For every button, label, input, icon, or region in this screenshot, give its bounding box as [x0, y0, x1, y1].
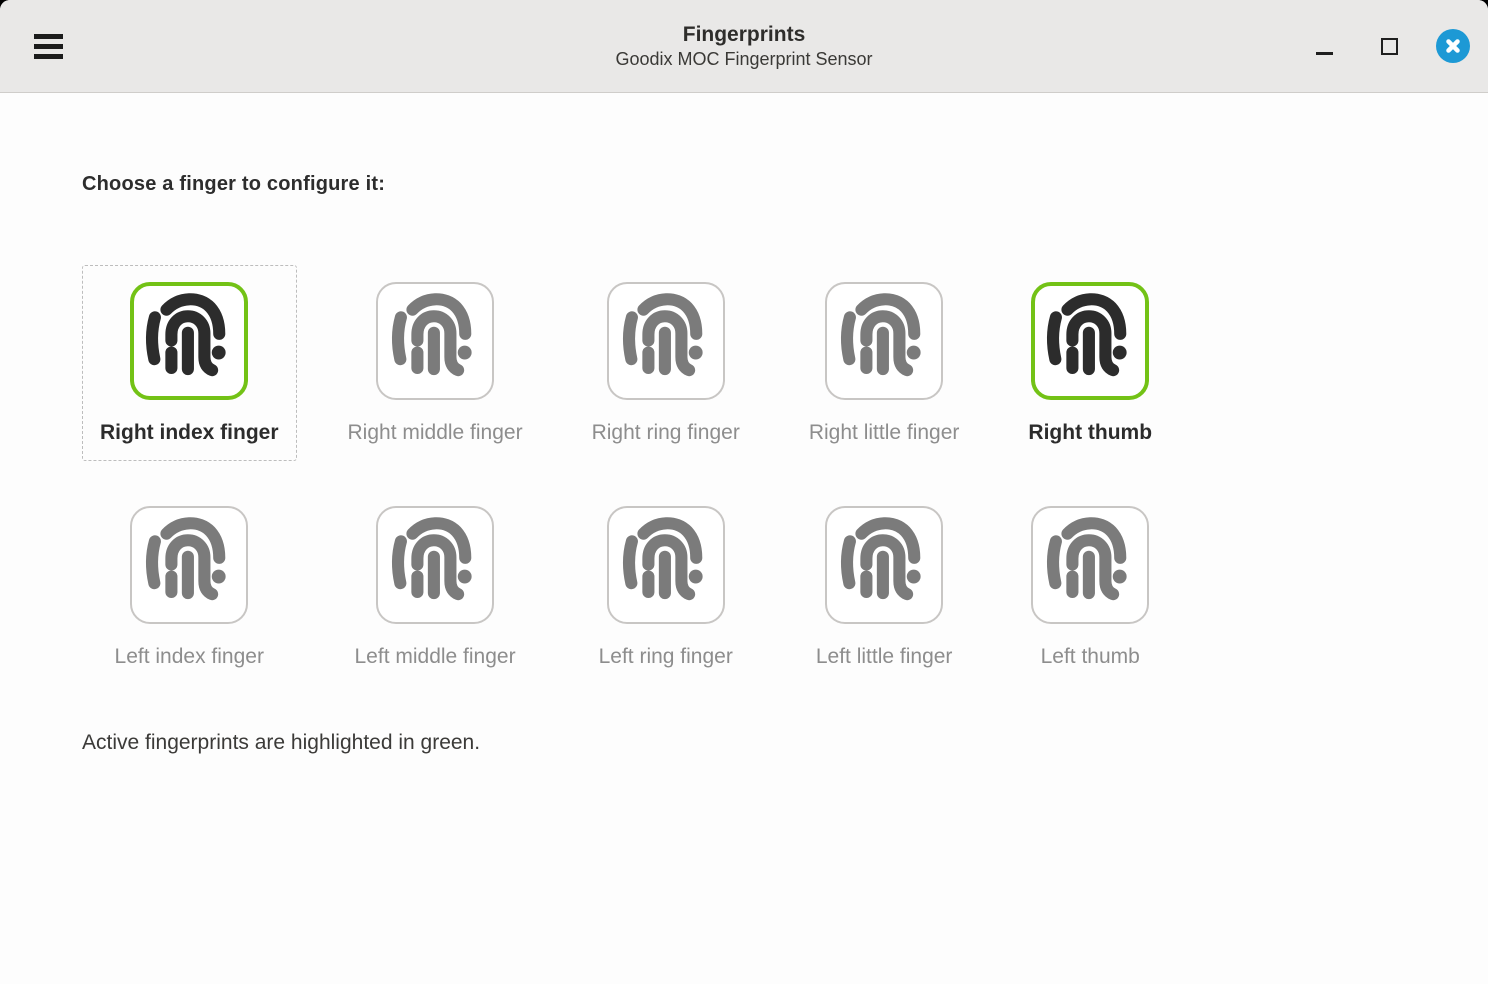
finger-label: Left middle finger	[355, 643, 516, 670]
finger-button-right-little-finger[interactable]: Right little finger	[791, 265, 978, 461]
fingerprint-icon	[134, 510, 244, 620]
minimize-icon	[1316, 52, 1333, 55]
finger-button-left-little-finger[interactable]: Left little finger	[798, 489, 971, 685]
menu-button[interactable]	[24, 22, 72, 70]
fingerprint-icon-frame	[130, 282, 248, 400]
fingerprint-icon-frame	[607, 506, 725, 624]
finger-button-left-middle-finger[interactable]: Left middle finger	[337, 489, 534, 685]
active-fingerprints-note: Active fingerprints are highlighted in g…	[82, 729, 1448, 757]
finger-label: Right ring finger	[592, 419, 740, 446]
fingerprint-icon	[134, 286, 244, 396]
fingerprint-icon	[611, 510, 721, 620]
window-subtitle: Goodix MOC Fingerprint Sensor	[615, 48, 872, 71]
fingerprint-icon-frame	[376, 506, 494, 624]
finger-label: Left index finger	[115, 643, 264, 670]
fingerprint-icon	[1035, 510, 1145, 620]
fingerprint-icon	[829, 510, 939, 620]
window-controls	[1306, 28, 1470, 64]
finger-label: Right little finger	[809, 419, 960, 446]
fingerprint-icon	[611, 286, 721, 396]
fingerprint-icon-frame	[376, 282, 494, 400]
finger-label: Left ring finger	[599, 643, 733, 670]
finger-label: Right thumb	[1028, 419, 1152, 446]
finger-button-right-middle-finger[interactable]: Right middle finger	[330, 265, 541, 461]
finger-button-left-index-finger[interactable]: Left index finger	[97, 489, 282, 685]
finger-button-left-thumb[interactable]: Left thumb	[1013, 489, 1167, 685]
titlebar: Fingerprints Goodix MOC Fingerprint Sens…	[0, 0, 1488, 93]
finger-button-left-ring-finger[interactable]: Left ring finger	[581, 489, 751, 685]
finger-grid: Right index finger Right middle finger	[82, 265, 1448, 685]
finger-button-right-index-finger[interactable]: Right index finger	[82, 265, 297, 461]
page-heading: Choose a finger to configure it:	[82, 171, 1448, 197]
fingerprint-icon-frame	[1031, 282, 1149, 400]
hamburger-icon	[34, 34, 63, 59]
fingerprint-icon	[829, 286, 939, 396]
main-content: Choose a finger to configure it: Right i…	[0, 93, 1488, 984]
finger-label: Right middle finger	[348, 419, 523, 446]
maximize-button[interactable]	[1371, 28, 1407, 64]
finger-button-right-thumb[interactable]: Right thumb	[1010, 265, 1170, 461]
fingerprint-icon	[380, 510, 490, 620]
maximize-icon	[1381, 38, 1398, 55]
fingerprint-icon-frame	[825, 506, 943, 624]
finger-button-right-ring-finger[interactable]: Right ring finger	[574, 265, 758, 461]
finger-label: Left thumb	[1041, 643, 1140, 670]
finger-label: Left little finger	[816, 643, 953, 670]
close-button[interactable]	[1436, 29, 1470, 63]
close-icon	[1444, 37, 1462, 55]
fingerprint-icon-frame	[1031, 506, 1149, 624]
title-block: Fingerprints Goodix MOC Fingerprint Sens…	[615, 21, 872, 71]
fingerprints-window: Fingerprints Goodix MOC Fingerprint Sens…	[0, 0, 1488, 984]
fingerprint-icon-frame	[130, 506, 248, 624]
finger-label: Right index finger	[100, 419, 279, 446]
fingerprint-icon-frame	[607, 282, 725, 400]
window-title: Fingerprints	[615, 21, 872, 48]
fingerprint-icon-frame	[825, 282, 943, 400]
minimize-button[interactable]	[1306, 28, 1342, 64]
fingerprint-icon	[380, 286, 490, 396]
fingerprint-icon	[1035, 286, 1145, 396]
